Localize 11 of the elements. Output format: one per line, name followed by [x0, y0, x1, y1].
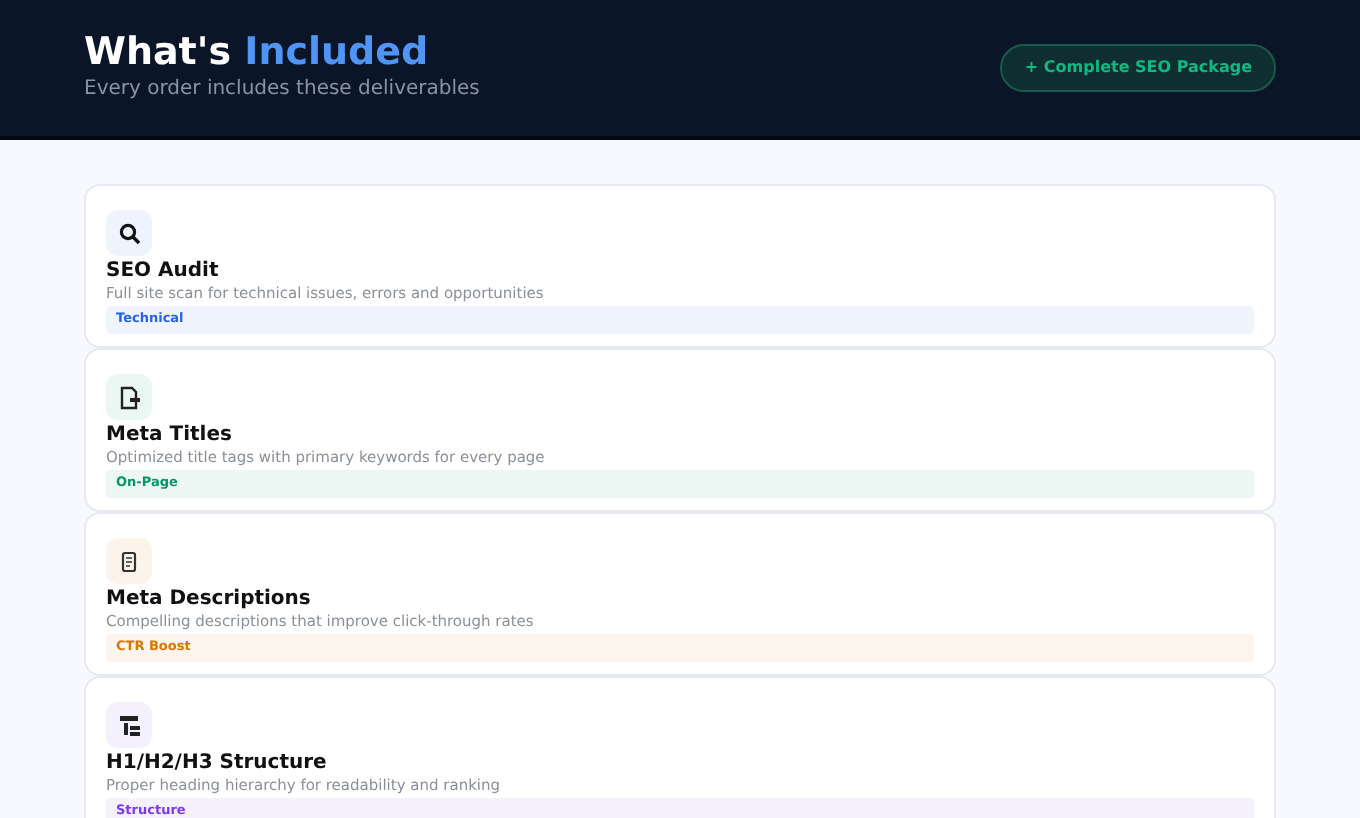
feature-title: Meta Titles [106, 424, 234, 448]
feature-title: SEO Audit [106, 260, 221, 284]
search-icon [117, 221, 141, 245]
document-icon [117, 385, 141, 409]
hierarchy-icon [117, 713, 141, 737]
feature-title: H1/H2/H3 Structure [106, 752, 329, 776]
page-subtitle: Every order includes these deliverables [84, 75, 480, 104]
clipboard-icon [117, 549, 141, 573]
feature-title: Meta Descriptions [106, 588, 313, 612]
package-button[interactable]: + Complete SEO Package [1000, 44, 1276, 92]
page-title: What's Included [84, 32, 431, 74]
